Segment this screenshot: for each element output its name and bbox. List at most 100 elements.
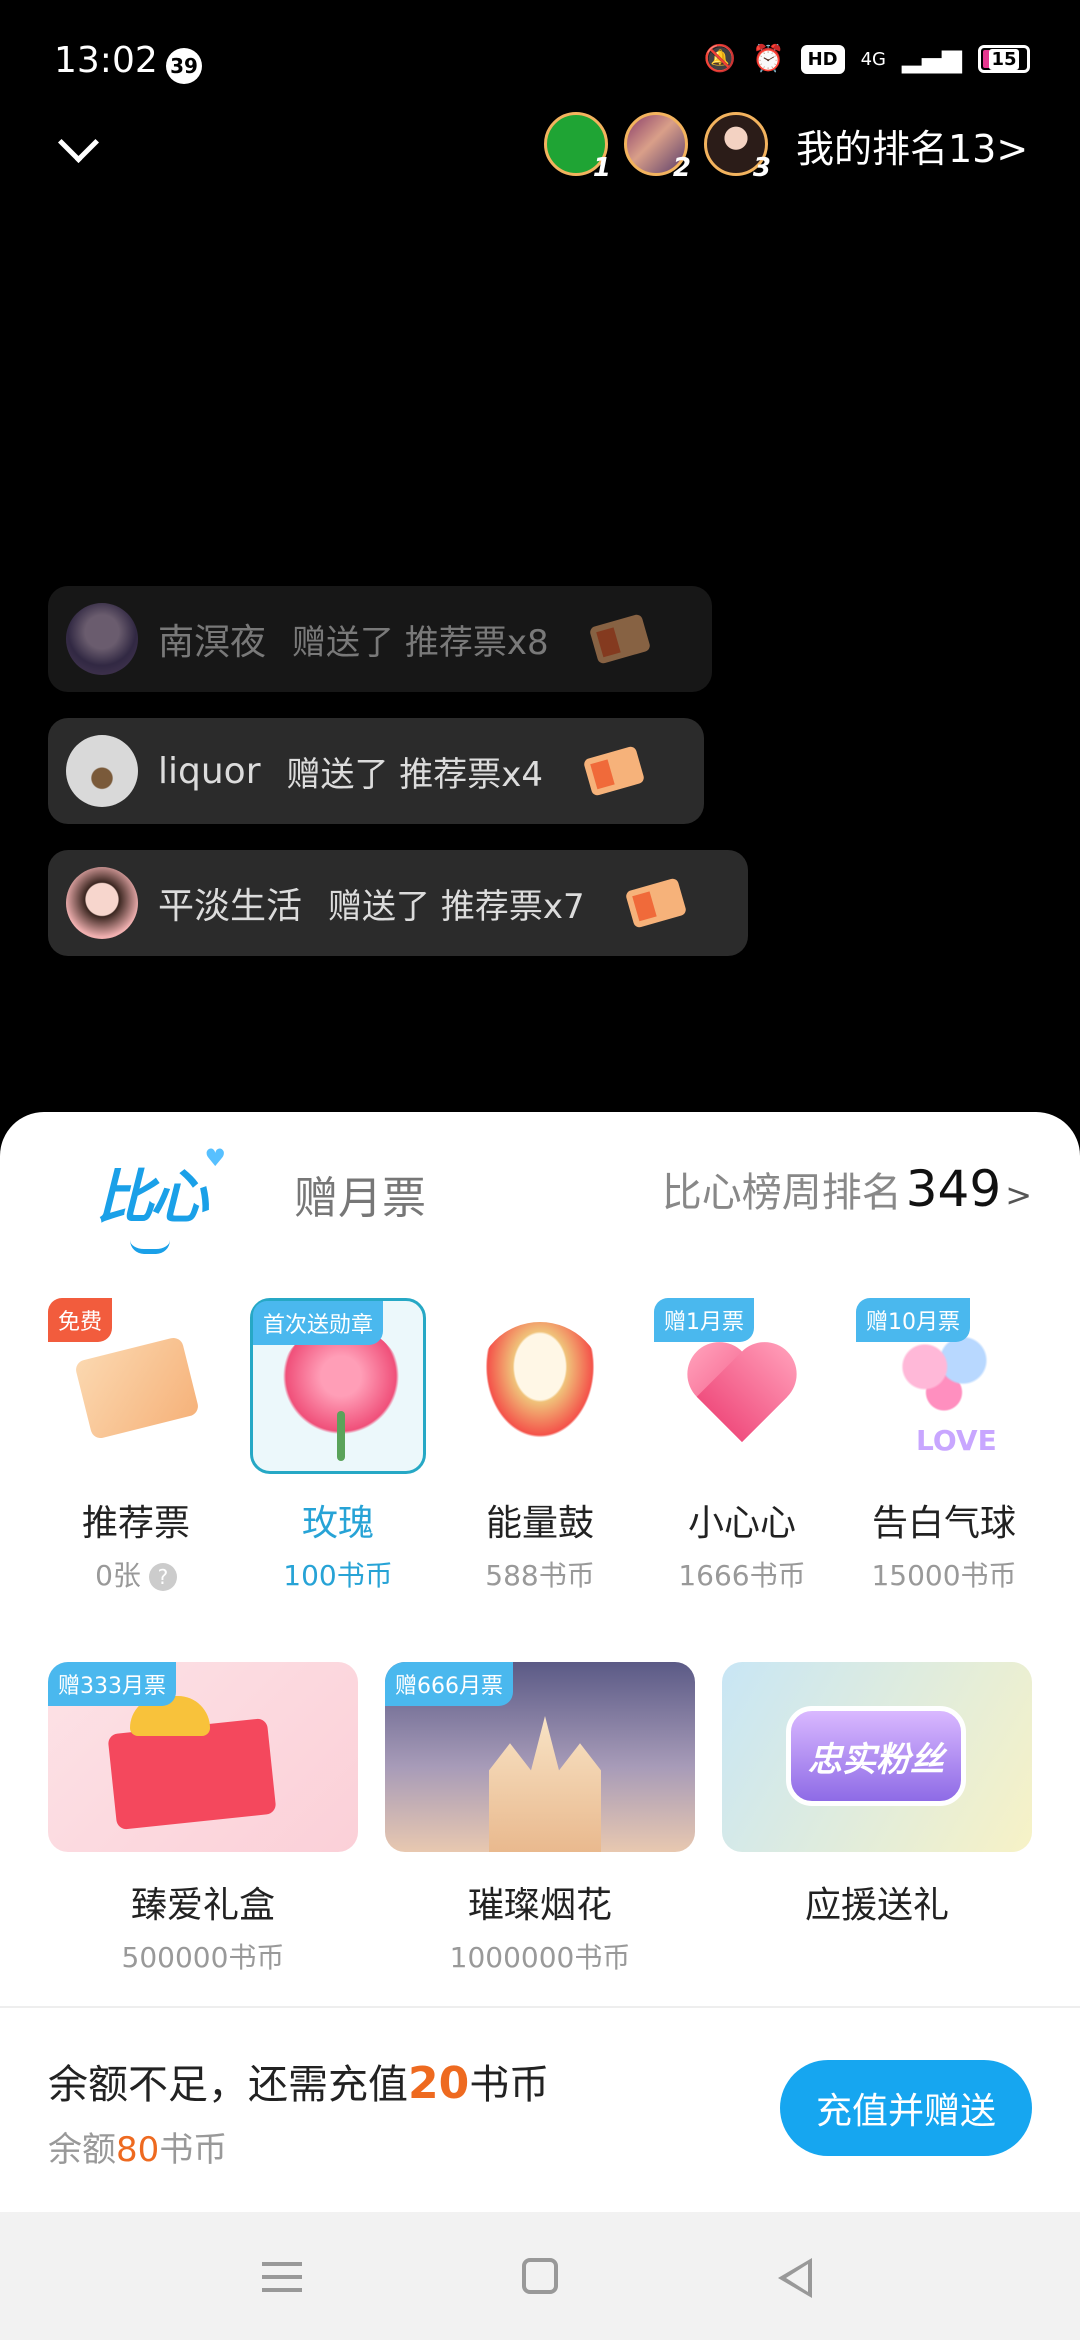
gift-price: 0张?: [48, 1554, 224, 1594]
gift-notice-text: 赠送了 推荐票x8: [292, 622, 549, 663]
user-avatar: [66, 867, 138, 939]
gift-image-box: 赠333月票: [48, 1662, 358, 1852]
gift-notice-user: 平淡生活: [158, 886, 303, 927]
drum-icon: [476, 1322, 604, 1450]
gift-item-tuijianpiao[interactable]: 免费 推荐票 0张?: [48, 1298, 224, 1594]
ticket-icon: [589, 614, 650, 664]
week-rank-link[interactable]: 比心榜周排名 349 >: [662, 1160, 1032, 1218]
gift-name: 应援送礼: [804, 1885, 949, 1926]
gift-item-rose[interactable]: 首次送勋章 玫瑰 100书币: [250, 1298, 426, 1594]
balance-sub-suffix: 书币: [159, 2130, 228, 2170]
gift-name: 小心心: [687, 1503, 796, 1544]
balance-insufficient-text: 余额不足，还需充值20书币: [48, 2052, 549, 2110]
gift-price: 1666书币: [678, 1559, 806, 1592]
balance-current-text: 余额80书币: [48, 2122, 227, 2171]
battery-icon: 15: [978, 45, 1030, 73]
balance-prefix: 余额不足，还需充值: [48, 2062, 408, 2108]
gift-price: 100书币: [283, 1559, 393, 1592]
my-rank-link[interactable]: 我的排名13>: [796, 118, 1028, 173]
gift-price-text: 0张: [95, 1559, 141, 1592]
back-icon[interactable]: [778, 2258, 812, 2298]
gift-price: 588书币: [485, 1559, 595, 1592]
recharge-and-send-button[interactable]: 充值并赠送: [780, 2060, 1032, 2156]
rank-avatar-1[interactable]: 1: [544, 112, 611, 183]
week-rank-label: 比心榜周排名: [661, 1170, 902, 1216]
tab-bixin[interactable]: 比心 ♥: [96, 1144, 226, 1254]
gift-image-box: 忠实粉丝: [722, 1662, 1032, 1852]
gift-price: 500000书币: [121, 1941, 285, 1974]
gift-image-box: LOVE 赠10月票: [856, 1298, 1032, 1474]
chevron-right-icon: >: [1005, 1176, 1032, 1214]
user-avatar: [66, 603, 138, 675]
gift-notice-text: 赠送了 推荐票x7: [328, 886, 585, 927]
week-rank-value: 349: [905, 1160, 1002, 1218]
balance-current-amount: 80: [116, 2130, 160, 2170]
balance-suffix: 书币: [469, 2062, 550, 2108]
alarm-icon: ⏰: [752, 44, 785, 74]
gift-image-box: 赠666月票: [385, 1662, 695, 1852]
gift-tag: 赠666月票: [385, 1662, 513, 1706]
ticket-icon: [73, 1335, 201, 1441]
fan-badge: 忠实粉丝: [786, 1706, 966, 1806]
gift-notice-text: 赠送了 推荐票x4: [286, 754, 544, 795]
gift-tag: 赠333月票: [48, 1662, 176, 1706]
gift-card-love-box[interactable]: 赠333月票 臻爱礼盒 500000书币: [48, 1662, 358, 1976]
rank-number: 1: [592, 153, 611, 183]
mute-icon: 🔕: [703, 44, 737, 74]
gift-notice-user: liquor: [158, 750, 261, 792]
ticket-icon: [584, 746, 644, 796]
battery-level: 15: [989, 48, 1019, 70]
gift-item-little-heart[interactable]: 赠1月票 小心心 1666书币: [654, 1298, 830, 1594]
status-time: 13:02: [54, 40, 158, 81]
gift-tag: 赠10月票: [856, 1298, 970, 1342]
gift-notice: 南溟夜 赠送了 推荐票x8: [48, 586, 712, 692]
gift-sheet: 比心 ♥ 赠月票 比心榜周排名 349 > 免费 推荐票 0张? 首次送勋章 玫…: [0, 1112, 1080, 2212]
gift-notice: liquor 赠送了 推荐票x4: [48, 718, 704, 824]
collapse-chevron-icon[interactable]: [56, 124, 112, 164]
gift-image-box: 首次送勋章: [250, 1298, 426, 1474]
ticket-icon: [625, 878, 686, 928]
gift-name: 能量鼓: [485, 1503, 594, 1544]
gift-name: 推荐票: [81, 1503, 190, 1544]
gift-item-confession-balloon[interactable]: LOVE 赠10月票 告白气球 15000书币: [856, 1298, 1032, 1594]
rose-stem: [337, 1411, 345, 1461]
rank-avatar-3[interactable]: 3: [704, 112, 771, 183]
signal-icon: ▂▄▆: [902, 44, 962, 74]
tab-bixin-label: 比心: [96, 1163, 208, 1231]
gift-card-fireworks[interactable]: 赠666月票 璀璨烟花 1000000书币: [385, 1662, 695, 1976]
rank-number: 3: [752, 153, 771, 183]
gift-name: 璀璨烟花: [467, 1885, 612, 1926]
home-icon[interactable]: [522, 2258, 558, 2294]
gift-name: 玫瑰: [301, 1503, 374, 1544]
divider: [0, 2006, 1080, 2008]
balance-sub-prefix: 余额: [48, 2130, 116, 2170]
gift-price: 15000书币: [871, 1559, 1017, 1592]
tab-yuepiao[interactable]: 赠月票: [294, 1162, 426, 1226]
gift-name: 告白气球: [871, 1503, 1016, 1544]
gift-notice: 平淡生活 赠送了 推荐票x7: [48, 850, 748, 956]
castle-icon: [489, 1716, 601, 1852]
gift-tag: 首次送勋章: [253, 1301, 384, 1345]
gift-notice-user: 南溟夜: [158, 622, 267, 663]
status-bar: 13:02 39 🔕 ⏰ HD 4G ▂▄▆ 15: [0, 0, 1080, 120]
gift-tag: 免费: [48, 1298, 113, 1342]
rank-avatar-2[interactable]: 2: [624, 112, 691, 183]
notification-count-badge: 39: [166, 48, 202, 84]
gift-image-box: 免费: [48, 1298, 224, 1474]
heart-icon: ♥: [204, 1144, 226, 1172]
sheet-tabs: 比心 ♥ 赠月票 比心榜周排名 349 >: [0, 1112, 1080, 1262]
gift-item-energy-drum[interactable]: 能量鼓 588书币: [452, 1298, 628, 1594]
love-text: LOVE: [916, 1424, 997, 1457]
help-icon[interactable]: ?: [148, 1563, 177, 1591]
gift-card-support[interactable]: 忠实粉丝 应援送礼: [722, 1662, 1032, 1928]
gift-tag: 赠1月票: [654, 1298, 754, 1342]
menu-icon[interactable]: [262, 2262, 302, 2292]
rank-number: 2: [672, 153, 691, 183]
gift-image-box: 赠1月票: [654, 1298, 830, 1474]
user-avatar: [66, 735, 138, 807]
top-rank-avatars[interactable]: 1 2 3: [544, 112, 771, 183]
smile-decoration: [130, 1240, 170, 1254]
gift-image-box: [452, 1298, 628, 1474]
system-nav-bar: [0, 2212, 1080, 2340]
gift-name: 臻爱礼盒: [130, 1885, 275, 1926]
